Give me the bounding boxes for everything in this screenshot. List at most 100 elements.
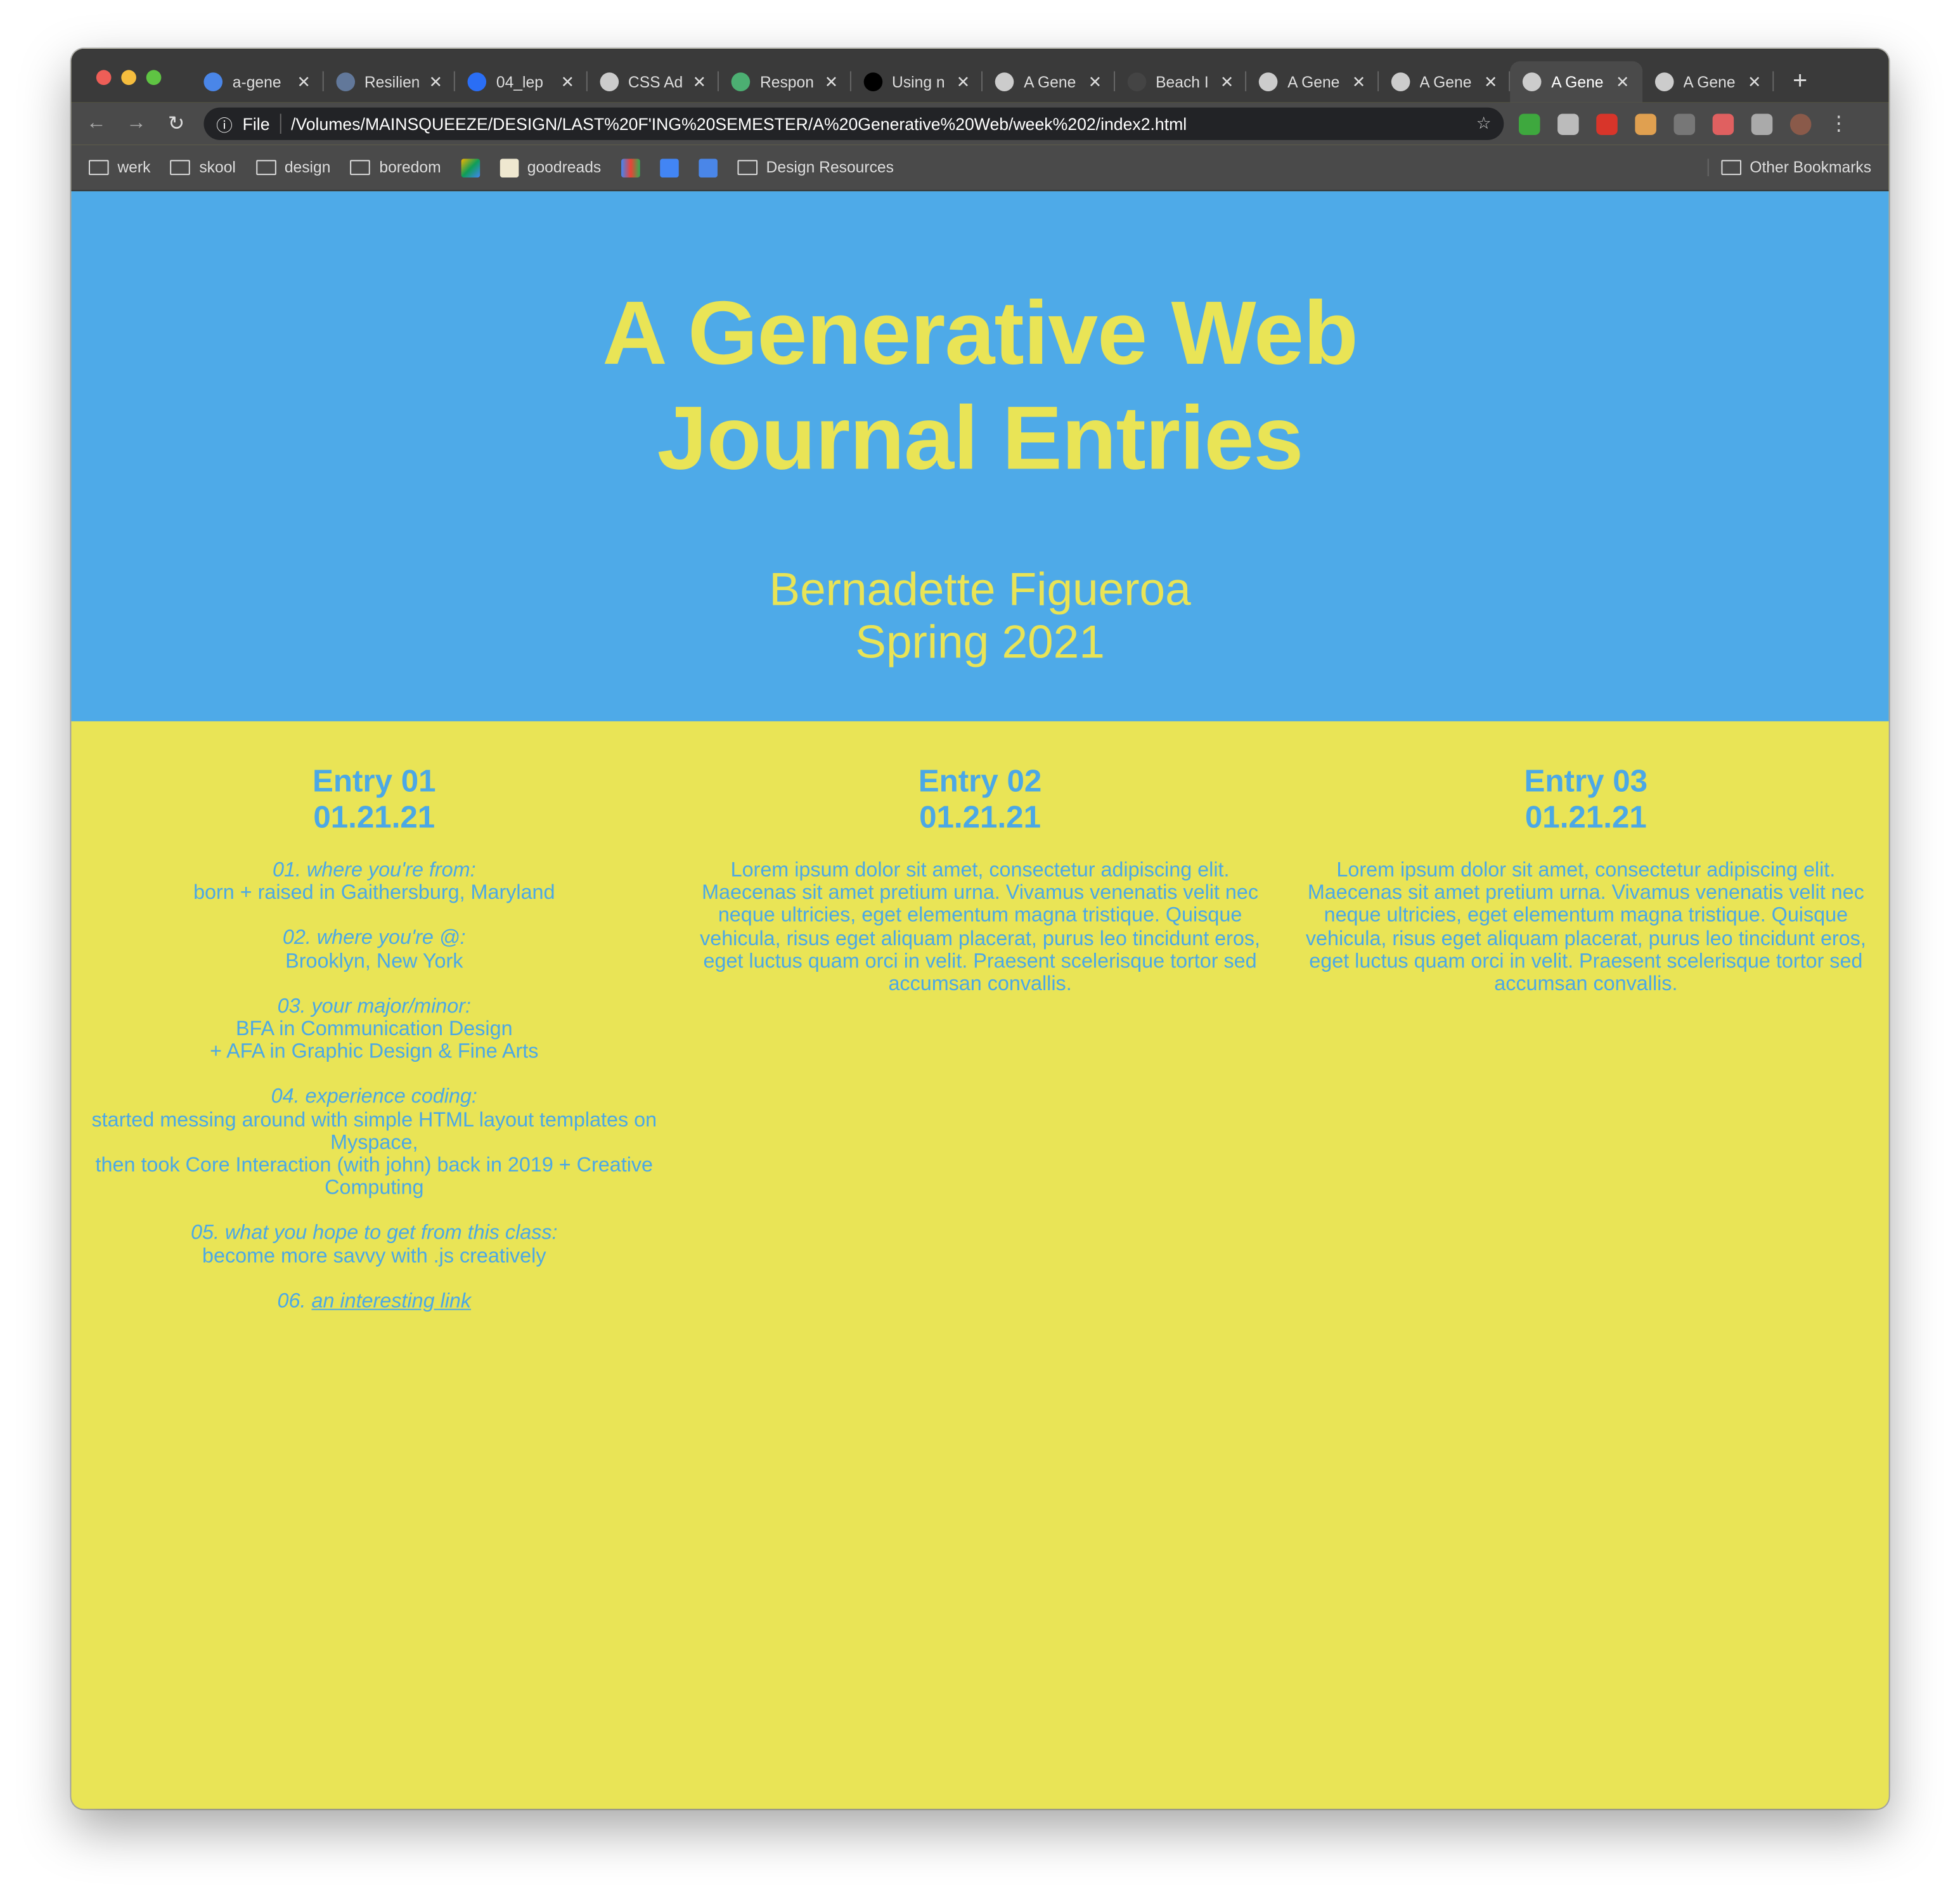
answer: Brooklyn, New York bbox=[285, 949, 463, 972]
bookmark-design-resources[interactable]: Design Resources bbox=[737, 158, 894, 176]
tab[interactable]: A Gene ✕ bbox=[1642, 61, 1774, 103]
tab[interactable]: A Gene ✕ bbox=[1378, 61, 1510, 103]
entry-title: Entry 02 bbox=[918, 763, 1042, 799]
question-item: 04. experience coding: started messing ar… bbox=[91, 1086, 657, 1199]
tab[interactable]: Beach I ✕ bbox=[1114, 61, 1246, 103]
bookmark-label: design bbox=[284, 158, 331, 177]
bookmark-werk[interactable]: werk bbox=[89, 158, 150, 176]
tab[interactable]: a-gene ✕ bbox=[191, 61, 323, 103]
close-tab-icon[interactable]: ✕ bbox=[957, 72, 970, 92]
google-calendar-icon[interactable] bbox=[659, 158, 679, 177]
extension-icon[interactable] bbox=[1751, 113, 1773, 134]
tab-title: A Gene bbox=[1683, 73, 1736, 91]
tab-title: CSS Ad bbox=[628, 73, 683, 91]
extension-icon[interactable] bbox=[1557, 113, 1579, 134]
question: 01. where you're from: bbox=[272, 858, 476, 882]
bookmark-label: skool bbox=[199, 158, 236, 177]
entry-heading: Entry 02 01.21.21 bbox=[697, 764, 1263, 836]
question: 03. your major/minor: bbox=[277, 995, 471, 1017]
globe-icon bbox=[1522, 72, 1542, 91]
bookmark-label: Other Bookmarks bbox=[1750, 158, 1872, 177]
bookmark-boredom[interactable]: boredom bbox=[351, 158, 441, 176]
bookmark-label: goodreads bbox=[527, 158, 602, 177]
tab[interactable]: 04_lep ✕ bbox=[455, 61, 587, 103]
bookmark-goodreads[interactable]: goodreads bbox=[500, 158, 601, 177]
folder-icon bbox=[255, 160, 276, 176]
url-scheme: File bbox=[242, 114, 270, 134]
extension-icon[interactable] bbox=[1518, 113, 1540, 134]
close-tab-icon[interactable]: ✕ bbox=[693, 72, 707, 92]
bookmark-label: Design Resources bbox=[766, 158, 894, 177]
close-window-button[interactable] bbox=[96, 70, 112, 86]
profile-avatar[interactable] bbox=[1789, 113, 1812, 134]
new-tab-button[interactable]: + bbox=[1781, 61, 1819, 103]
google-docs-icon[interactable] bbox=[699, 158, 718, 177]
goodreads-icon bbox=[500, 158, 519, 177]
question-item: 02. where you're @: Brooklyn, New York bbox=[91, 927, 657, 972]
title-line-2: Journal Entries bbox=[657, 389, 1304, 489]
term: Spring 2021 bbox=[855, 616, 1105, 668]
subtitle: Bernadette Figueroa Spring 2021 bbox=[71, 564, 1888, 669]
w3schools-icon bbox=[731, 72, 751, 91]
address-bar[interactable]: ⓘ File /Volumes/MAINSQUEEZE/DESIGN/LAST%… bbox=[203, 107, 1504, 140]
tab[interactable]: Using n ✕ bbox=[851, 61, 983, 103]
toolbar: ← → ↻ ⓘ File /Volumes/MAINSQUEEZE/DESIGN… bbox=[71, 102, 1889, 145]
extension-icon[interactable] bbox=[1673, 113, 1696, 134]
tab[interactable]: A Gene ✕ bbox=[1510, 61, 1642, 103]
close-tab-icon[interactable]: ✕ bbox=[1352, 72, 1366, 92]
folder-icon bbox=[89, 160, 109, 176]
tab-strip: a-gene ✕ Resilien ✕ 04_lep ✕ CSS Ad ✕ Respon ✕ Usi… bbox=[191, 61, 1819, 103]
extension-icon[interactable] bbox=[1712, 113, 1734, 134]
google-drive-icon[interactable] bbox=[461, 158, 480, 177]
close-tab-icon[interactable]: ✕ bbox=[1220, 72, 1234, 92]
tab[interactable]: CSS Ad ✕ bbox=[587, 61, 719, 103]
close-tab-icon[interactable]: ✕ bbox=[429, 72, 443, 92]
tab[interactable]: Resilien ✕ bbox=[323, 61, 455, 103]
link-number: 06. bbox=[277, 1289, 306, 1313]
close-tab-icon[interactable]: ✕ bbox=[297, 72, 311, 92]
minimize-window-button[interactable] bbox=[121, 70, 136, 86]
entries: Entry 01 01.21.21 01. where you're from: b… bbox=[71, 721, 1888, 1335]
tab-title: Resilien bbox=[364, 73, 419, 91]
question-item: 06. an interesting link bbox=[91, 1290, 657, 1313]
globe-icon bbox=[1654, 72, 1673, 91]
close-tab-icon[interactable]: ✕ bbox=[1484, 72, 1498, 92]
bookmark-design[interactable]: design bbox=[255, 158, 330, 176]
interesting-link[interactable]: an interesting link bbox=[311, 1290, 471, 1312]
info-icon[interactable]: ⓘ bbox=[216, 112, 233, 135]
close-tab-icon[interactable]: ✕ bbox=[1088, 72, 1102, 92]
gmail-icon[interactable] bbox=[621, 158, 640, 177]
tab[interactable]: Respon ✕ bbox=[719, 61, 851, 103]
url-text[interactable]: /Volumes/MAINSQUEEZE/DESIGN/LAST%20F'ING… bbox=[291, 114, 1466, 133]
entry-01: Entry 01 01.21.21 01. where you're from: b… bbox=[71, 721, 677, 1335]
bookmarks-bar: werk skool design boredom goodreads Desi… bbox=[71, 145, 1889, 191]
tab-title: A Gene bbox=[1024, 73, 1076, 91]
page-header: A Generative Web Journal Entries Bernadet… bbox=[71, 191, 1889, 721]
tab-title: Respon bbox=[759, 73, 814, 91]
close-tab-icon[interactable]: ✕ bbox=[825, 72, 839, 92]
maximize-window-button[interactable] bbox=[146, 70, 162, 86]
extension-icon[interactable] bbox=[1596, 113, 1618, 134]
star-icon[interactable]: ☆ bbox=[1476, 113, 1492, 134]
answer: + AFA in Graphic Design & Fine Arts bbox=[210, 1040, 539, 1063]
answer: started messing around with simple HTML … bbox=[91, 1108, 657, 1154]
extension-icon[interactable] bbox=[1635, 113, 1656, 134]
close-tab-icon[interactable]: ✕ bbox=[561, 72, 575, 92]
reload-icon[interactable]: ↻ bbox=[164, 112, 188, 136]
folder-icon bbox=[351, 160, 371, 176]
bookmark-skool[interactable]: skool bbox=[170, 158, 236, 177]
menu-icon[interactable]: ⋮ bbox=[1826, 112, 1851, 136]
google-docs-icon bbox=[203, 72, 223, 91]
other-bookmarks[interactable]: Other Bookmarks bbox=[1707, 158, 1872, 177]
back-icon[interactable]: ← bbox=[84, 112, 108, 134]
tab-title: A Gene bbox=[1551, 73, 1604, 91]
title-line-1: A Generative Web bbox=[602, 283, 1358, 384]
tab[interactable]: A Gene ✕ bbox=[1246, 61, 1378, 103]
tab[interactable]: A Gene ✕ bbox=[983, 61, 1114, 103]
close-tab-icon[interactable]: ✕ bbox=[1616, 72, 1630, 92]
tab-bar: a-gene ✕ Resilien ✕ 04_lep ✕ CSS Ad ✕ Respon ✕ Usi… bbox=[71, 48, 1889, 103]
entry-heading: Entry 01 01.21.21 bbox=[91, 764, 657, 836]
forward-icon[interactable]: → bbox=[124, 112, 148, 134]
close-tab-icon[interactable]: ✕ bbox=[1748, 72, 1762, 92]
bookmark-label: boredom bbox=[379, 158, 441, 177]
